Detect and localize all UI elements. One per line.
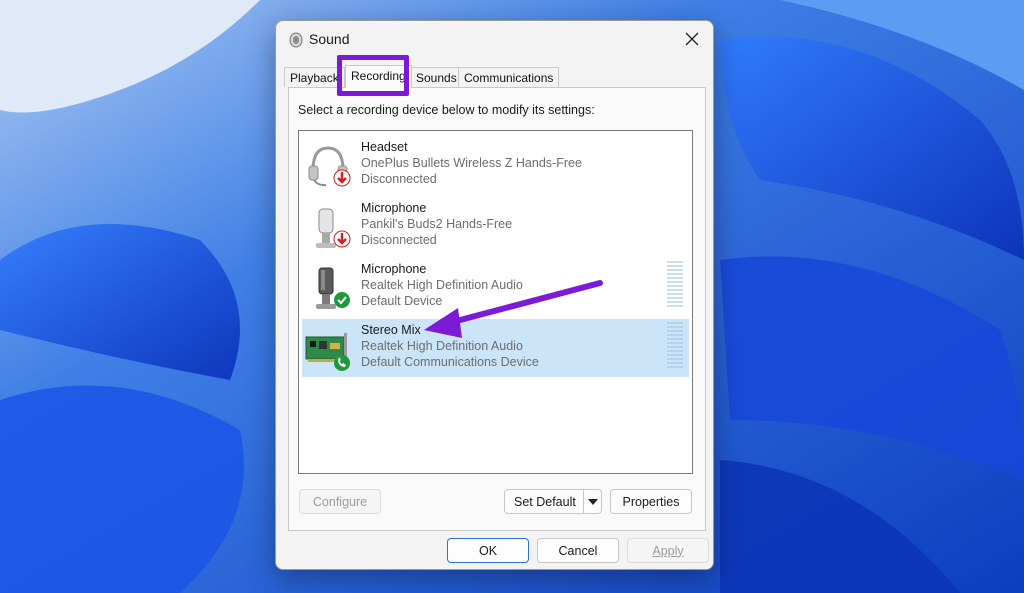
title-bar[interactable]: Sound — [276, 21, 713, 59]
chevron-down-icon — [587, 498, 598, 505]
cancel-button[interactable]: Cancel — [537, 538, 619, 563]
set-default-label: Set Default — [514, 494, 576, 509]
microphone-icon — [316, 208, 351, 248]
device-name: Stereo Mix — [361, 323, 421, 337]
list-item[interactable]: Stereo Mix Realtek High Definition Audio… — [302, 319, 689, 377]
device-description: OnePlus Bullets Wireless Z Hands-Free — [361, 156, 582, 170]
instruction-text: Select a recording device below to modif… — [298, 103, 595, 117]
dialog-title: Sound — [309, 31, 350, 47]
configure-button[interactable]: Configure — [299, 489, 381, 514]
sound-card-icon — [305, 333, 350, 371]
list-item[interactable]: Microphone Pankil's Buds2 Hands-Free Dis… — [302, 197, 689, 255]
device-description: Pankil's Buds2 Hands-Free — [361, 217, 513, 231]
headset-icon — [308, 146, 351, 187]
device-status: Default Device — [361, 294, 443, 308]
device-name: Microphone — [361, 262, 427, 276]
apply-button[interactable]: Apply — [627, 538, 709, 563]
default-communications-badge-icon — [334, 355, 350, 371]
device-description: Realtek High Definition Audio — [361, 339, 523, 353]
close-icon — [685, 32, 699, 46]
microphone-icon — [316, 267, 350, 309]
device-status: Default Communications Device — [361, 355, 539, 369]
sound-dialog: Sound Playback Recording Sounds Communic… — [275, 20, 714, 570]
tab-playback[interactable]: Playback — [284, 67, 345, 87]
set-default-button[interactable]: Set Default — [504, 489, 602, 514]
level-meter — [667, 261, 683, 307]
close-button[interactable] — [677, 25, 707, 53]
tab-strip: Playback Recording Sounds Communications — [284, 65, 704, 88]
tab-communications[interactable]: Communications — [458, 67, 560, 87]
recording-panel: Select a recording device below to modif… — [288, 87, 706, 531]
ok-button[interactable]: OK — [447, 538, 529, 563]
speaker-icon — [289, 32, 303, 48]
device-description: Realtek High Definition Audio — [361, 278, 523, 292]
properties-button[interactable]: Properties — [610, 489, 692, 514]
device-name: Headset — [361, 140, 408, 154]
list-item[interactable]: Microphone Realtek High Definition Audio… — [302, 258, 689, 316]
default-check-badge-icon — [334, 292, 350, 308]
dialog-footer: OK Cancel Apply — [276, 531, 713, 569]
device-list[interactable]: Headset OnePlus Bullets Wireless Z Hands… — [298, 130, 693, 474]
tab-recording[interactable]: Recording — [345, 65, 412, 88]
device-status: Disconnected — [361, 172, 437, 186]
level-meter — [667, 322, 683, 368]
tab-sounds[interactable]: Sounds — [410, 67, 463, 87]
device-name: Microphone — [361, 201, 427, 215]
set-default-dropdown[interactable] — [583, 490, 601, 513]
device-status: Disconnected — [361, 233, 437, 247]
list-item[interactable]: Headset OnePlus Bullets Wireless Z Hands… — [302, 136, 689, 194]
